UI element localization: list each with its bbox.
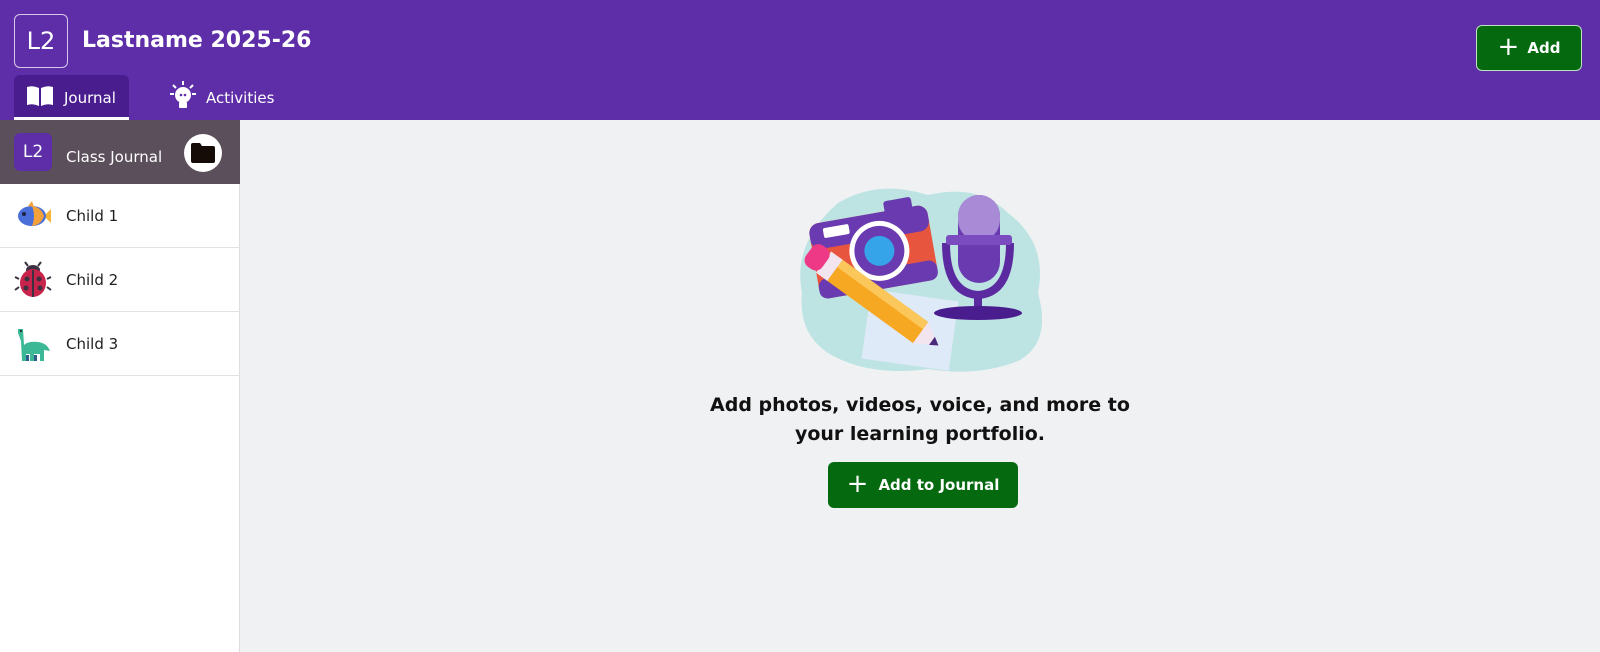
fish-avatar-icon [14,197,52,235]
add-to-journal-button[interactable]: + Add to Journal [828,462,1018,508]
sidebar-item-label: Child 3 [66,334,119,353]
sidebar-item-child-1[interactable]: Child 1 [0,184,240,248]
sidebar-item-class-journal[interactable]: L2 Class Journal [0,120,240,184]
plus-icon: + [846,469,869,499]
sidebar-item-child-2[interactable]: Child 2 [0,248,240,312]
add-to-journal-label: Add to Journal [878,476,1000,494]
plus-icon: + [1497,32,1520,62]
tab-journal[interactable]: Journal [14,75,129,120]
lightbulb-icon [170,80,196,115]
tab-activities[interactable]: Activities [170,75,290,120]
class-title: Lastname 2025-26 [82,28,312,53]
sidebar-item-label: Class Journal [66,148,163,166]
top-header: L2 Lastname 2025-26 + Add Journal Activi… [0,0,1600,120]
tab-journal-label: Journal [64,88,116,107]
sidebar: L2 Class Journal Child 1 Child 2 Child 3 [0,120,240,652]
dinosaur-avatar-icon [14,325,52,363]
book-open-icon [26,85,54,111]
add-button-label: Add [1527,39,1561,57]
camera-microphone-pencil-illustration [798,183,1052,377]
sidebar-item-child-3[interactable]: Child 3 [0,312,240,376]
sidebar-item-label: Child 2 [66,270,119,289]
class-badge: L2 [14,14,68,68]
add-button[interactable]: + Add [1476,25,1582,71]
sidebar-item-label: Child 1 [66,206,119,225]
tab-activities-label: Activities [206,88,275,107]
ladybug-avatar-icon [14,261,52,299]
class-avatar: L2 [14,133,52,171]
folder-icon[interactable] [184,134,222,172]
empty-state-message: Add photos, videos, voice, and more to y… [710,394,1130,445]
